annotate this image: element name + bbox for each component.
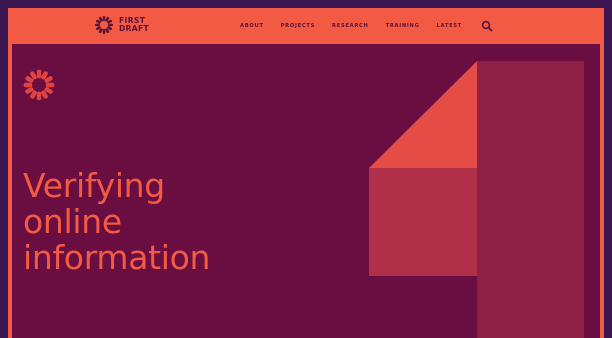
starburst-icon: [95, 16, 113, 34]
nav-item-about[interactable]: ABOUT: [240, 23, 264, 29]
browser-frame: FIRST DRAFT ABOUT PROJECTS RESEARCH TRAI…: [8, 8, 604, 338]
site-header: FIRST DRAFT ABOUT PROJECTS RESEARCH TRAI…: [8, 8, 604, 44]
hero-headline: Verifying online information: [23, 168, 210, 276]
nav-item-latest[interactable]: LATEST: [437, 23, 462, 29]
hero-shape-square: [369, 168, 477, 276]
headline-line-1: Verifying: [23, 166, 165, 205]
logo-wordmark: FIRST DRAFT: [119, 17, 149, 33]
headline-line-3: information: [23, 238, 211, 277]
nav-item-projects[interactable]: PROJECTS: [281, 23, 315, 29]
hero-section: Verifying online information: [12, 44, 600, 338]
main-nav: ABOUT PROJECTS RESEARCH TRAINING LATEST: [240, 8, 493, 44]
hero-shape-tall-panel: [477, 61, 584, 338]
logo-line-draft: DRAFT: [119, 24, 150, 33]
headline-line-2: online: [23, 202, 122, 241]
first-draft-logo[interactable]: FIRST DRAFT: [94, 15, 149, 35]
hero-shape-fold-triangle: [369, 61, 477, 168]
starburst-icon: [23, 69, 55, 101]
nav-item-research[interactable]: RESEARCH: [332, 23, 369, 29]
nav-item-training[interactable]: TRAINING: [386, 23, 420, 29]
search-icon[interactable]: [481, 20, 493, 32]
